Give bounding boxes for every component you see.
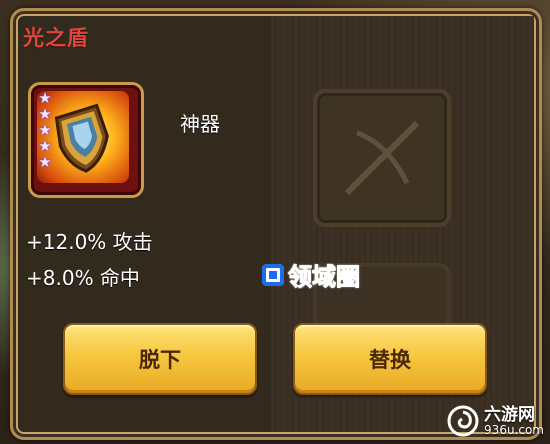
site-url: 936u.com	[484, 422, 544, 437]
spiral-logo-icon	[447, 405, 479, 437]
stat-attack: +12.0% 攻击	[26, 230, 153, 254]
item-icon-frame: ★ ★ ★ ★ ★	[28, 82, 144, 198]
star-icon: ★	[38, 153, 52, 171]
star-icon: ★	[38, 137, 52, 155]
star-rating: ★ ★ ★ ★ ★	[36, 91, 54, 170]
replace-button[interactable]: 替换	[293, 323, 487, 395]
watermark-text: 领域圈	[288, 263, 361, 292]
site-name: 六游网	[484, 404, 536, 425]
unequip-button[interactable]: 脱下	[63, 323, 257, 395]
stat-accuracy: +8.0% 命中	[26, 266, 140, 290]
site-logo-text: 六游网 936u.com	[484, 404, 544, 437]
star-icon: ★	[38, 89, 52, 107]
item-title: 光之盾	[23, 26, 89, 50]
bow-icon	[344, 120, 420, 196]
equipment-slot-bow	[313, 89, 451, 227]
star-icon: ★	[38, 121, 52, 139]
site-logo: 六游网 936u.com	[446, 404, 544, 438]
star-icon: ★	[38, 105, 52, 123]
watermark-logo-icon	[262, 263, 284, 286]
watermark: 领域圈	[262, 257, 361, 292]
item-type-label: 神器	[180, 112, 220, 136]
